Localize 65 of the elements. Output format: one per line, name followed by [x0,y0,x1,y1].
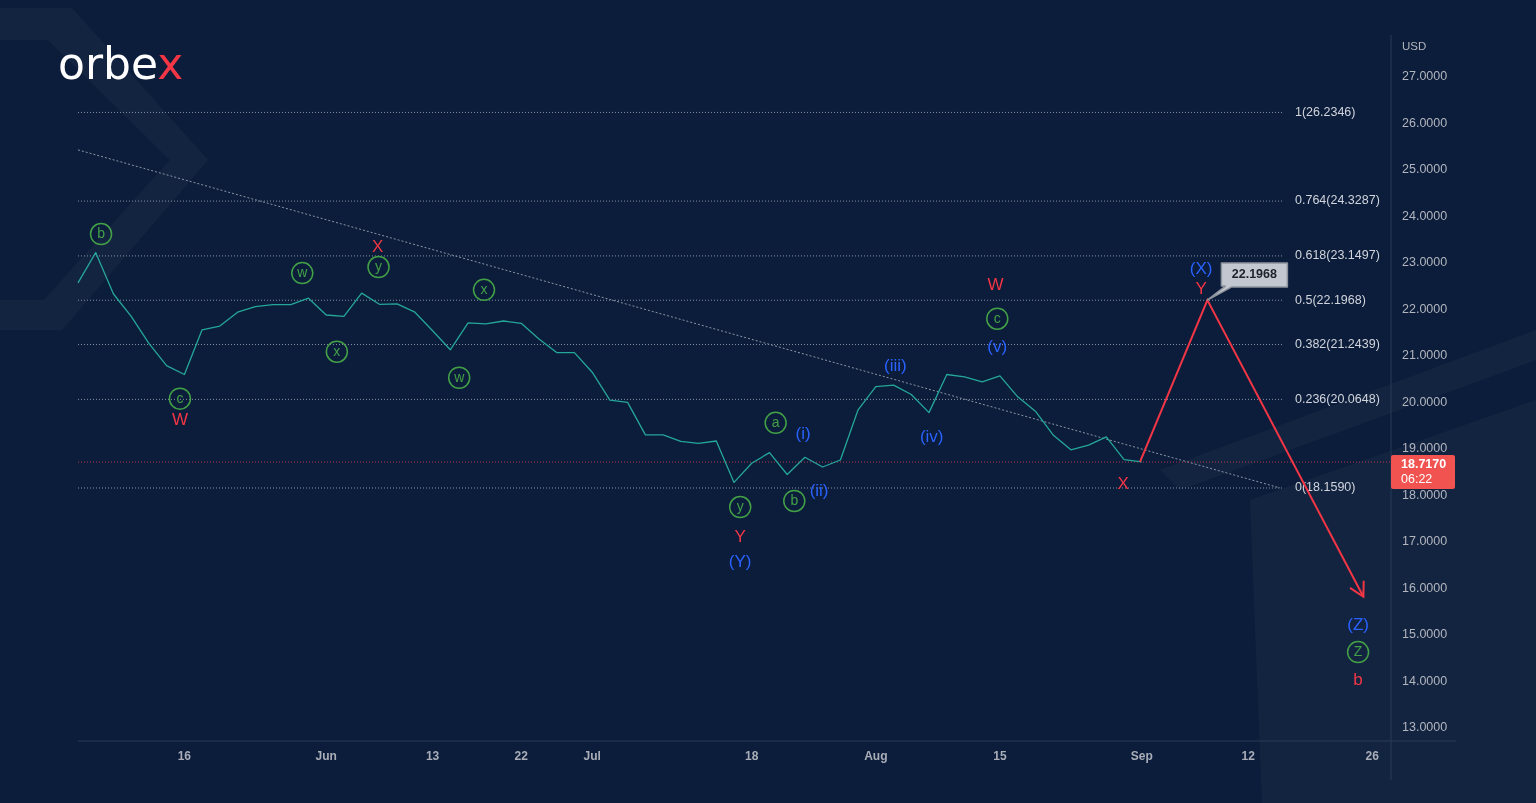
wave-label: X [1117,474,1129,494]
price-axis-label: 24.0000 [1402,208,1448,223]
price-axis-label: 23.0000 [1402,255,1448,270]
fib-level-label: 0.236(20.0648) [1295,391,1380,406]
price-axis-label: 16.0000 [1402,580,1448,595]
wave-label: (iii) [884,355,907,375]
price-axis-label: 27.0000 [1402,69,1448,84]
wave-label: W [987,275,1004,295]
time-axis-label: Aug [864,749,888,764]
wave-label: (iv) [919,427,944,447]
price-axis-label: 15.0000 [1402,627,1448,642]
wave-label: y [728,495,752,519]
time-axis-label: 16 [177,749,192,764]
fib-level-label: 0.618(23.1497) [1295,248,1380,263]
wave-label: c [168,387,192,410]
price-axis-label: 19.0000 [1402,441,1448,456]
price-axis-label: 13.0000 [1402,720,1448,735]
logo: orbex [58,42,184,86]
price-tag-background [1391,455,1455,489]
time-axis-label: 15 [993,749,1007,764]
wave-label: Y [1195,279,1207,299]
price-axis-label: 25.0000 [1402,162,1448,177]
fib-level-label: 0.5(22.1968) [1295,292,1366,307]
fib-level-label: 0.764(24.3287) [1295,193,1380,208]
wave-label: b [783,489,806,513]
time-axis-label: Jun [315,749,337,764]
time-axis-label: 22 [514,749,528,764]
price-axis-label: 21.0000 [1402,348,1448,363]
time-axis-label: 13 [425,749,440,764]
wave-label: b [1353,670,1363,690]
wave-label: (Y) [728,552,752,572]
wave-label: x [472,278,496,302]
time-axis-label: 18 [745,749,759,764]
price-axis-label: 18.0000 [1402,487,1448,502]
time-axis-label: 26 [1365,749,1379,764]
price-axis-label: 22.0000 [1402,301,1448,316]
wave-label: a [764,411,787,435]
wave-label: y [367,255,390,279]
last-price-value: 18.7170 [1401,457,1447,472]
price-axis-label: 20.0000 [1402,394,1448,409]
wave-label: b [89,222,113,246]
time-axis-label: Sep [1130,749,1153,764]
axis-unit: USD [1402,40,1427,53]
wave-label: c [986,307,1009,330]
wave-label: w [291,261,314,285]
wave-label: w [447,366,471,389]
fib-level-label: 0.382(21.2439) [1295,336,1380,351]
wave-label: W [171,410,188,430]
wave-label: Y [734,527,746,547]
wave-label: (X) [1189,259,1213,279]
price-axis-label: 26.0000 [1402,115,1448,130]
fib-level-label: 1(26.2346) [1295,104,1356,119]
wave-label: (ii) [809,481,829,501]
wave-label: x [325,340,349,363]
wave-label: (v) [987,336,1008,356]
price-axis-label: 17.0000 [1402,534,1448,549]
time-axis-label: Jul [583,749,601,764]
wave-label: X [371,236,384,256]
time-axis-label: 12 [1241,749,1255,764]
bar-countdown: 06:22 [1401,472,1433,487]
callout-value: 22.1968 [1231,267,1277,282]
price-axis-label: 14.0000 [1402,673,1448,688]
wave-label: (Z) [1347,614,1369,634]
wave-label: (i) [795,424,811,444]
wave-label: Z [1346,640,1370,664]
